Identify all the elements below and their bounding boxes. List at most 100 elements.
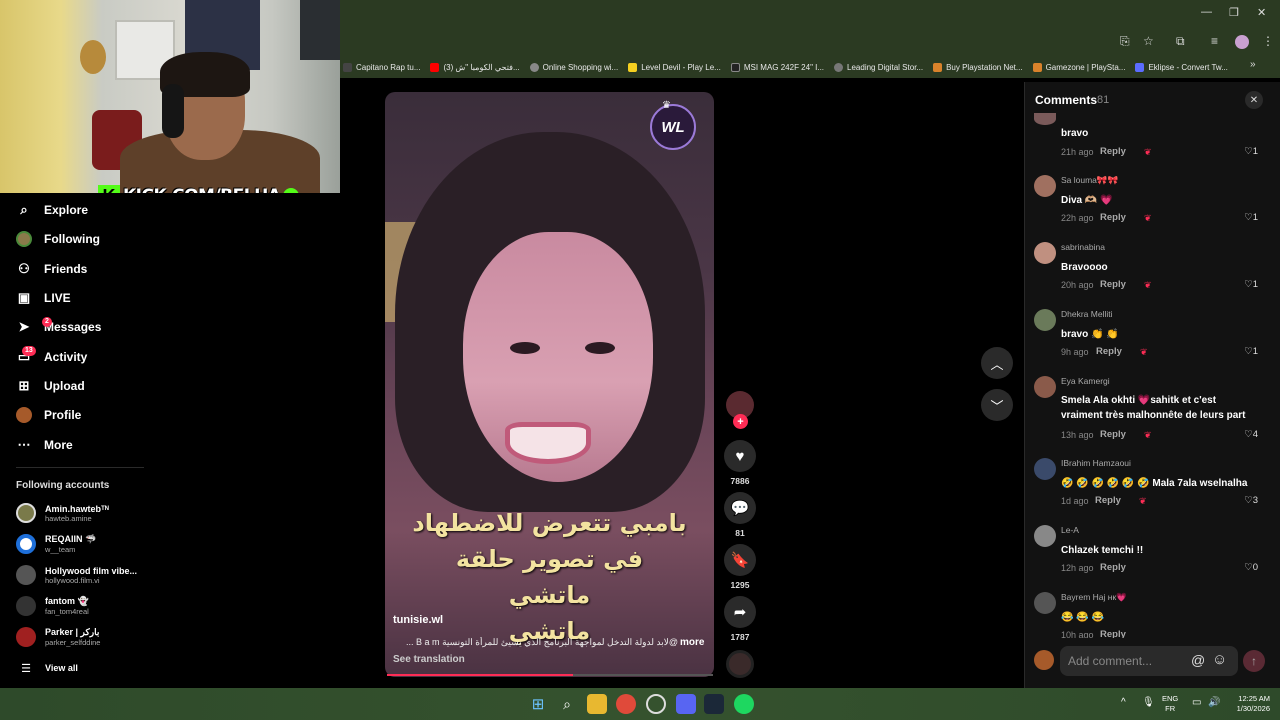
reply-button[interactable]: Reply: [1100, 279, 1126, 290]
emoji-icon[interactable]: ☺: [1212, 651, 1227, 668]
file-explorer-icon[interactable]: [587, 694, 607, 714]
share-icon: ➦: [724, 596, 756, 628]
comment-like[interactable]: ♡0: [1244, 562, 1258, 573]
close-comments-button[interactable]: ✕: [1245, 91, 1263, 109]
minimize-icon[interactable]: —: [1201, 6, 1212, 18]
following-account[interactable]: REQAIIN 🦈 w__team: [16, 534, 96, 554]
windows-taskbar: [0, 688, 1280, 720]
comment-like[interactable]: ♡1: [1244, 346, 1258, 357]
avatar[interactable]: [1034, 242, 1056, 264]
avatar[interactable]: [1034, 376, 1056, 398]
bookmark[interactable]: MSI MAG 242F 24" I...: [728, 62, 831, 72]
bookmark[interactable]: (3) فتحي الكومبا "ش...: [427, 62, 526, 72]
follow-plus-icon[interactable]: +: [733, 414, 748, 429]
mention-icon[interactable]: @: [1191, 652, 1205, 668]
avatar[interactable]: [1034, 525, 1056, 547]
reply-button[interactable]: Reply: [1100, 562, 1126, 573]
more-button[interactable]: more: [680, 637, 704, 648]
nav-explore[interactable]: ⌕ Explore: [16, 202, 88, 218]
steam-icon[interactable]: [704, 694, 724, 714]
avatar[interactable]: [1034, 592, 1056, 614]
reply-button[interactable]: Reply: [1100, 146, 1126, 157]
nav-upload[interactable]: ⊞ Upload: [16, 378, 85, 394]
nav-friends[interactable]: ⚇ Friends: [16, 261, 87, 277]
comment-action[interactable]: 💬 81: [724, 492, 756, 538]
bookmark[interactable]: Buy Playstation Net...: [930, 62, 1029, 72]
nav-activity[interactable]: ▭ 13 Activity: [16, 346, 87, 365]
discord-icon[interactable]: [676, 694, 696, 714]
chrome-icon[interactable]: [616, 694, 636, 714]
bookmarks-overflow-icon[interactable]: »: [1250, 59, 1256, 70]
network-icon[interactable]: ▭: [1192, 697, 1201, 708]
share-action[interactable]: ➦ 1787: [724, 596, 756, 642]
following-account[interactable]: fantom 👻 fan_tom4real: [16, 596, 89, 616]
nav-profile[interactable]: Profile: [16, 407, 81, 423]
send-comment-button[interactable]: ↑: [1243, 650, 1265, 672]
windows-start-icon[interactable]: ⊞: [528, 694, 548, 714]
spotify-icon[interactable]: [734, 694, 754, 714]
following-account[interactable]: Amin.hawtebᵀᴺ hawteb.amine: [16, 503, 109, 523]
nav-live[interactable]: ▣ LIVE: [16, 290, 71, 306]
bookmark[interactable]: Level Devil - Play Le...: [625, 62, 728, 72]
divider: [16, 467, 144, 468]
comment-like[interactable]: ♡1: [1244, 146, 1258, 157]
volume-icon[interactable]: 🔊: [1208, 697, 1220, 708]
avatar: [16, 565, 36, 585]
activity-badge: 13: [22, 346, 36, 356]
bookmarks-bar: Capitano Rap tu... (3) فتحي الكومبا "ش..…: [340, 56, 1280, 78]
nav-messages[interactable]: ➤ 2 Messages: [16, 317, 101, 335]
bookmark[interactable]: Online Shopping wi...: [527, 62, 626, 72]
nav-more[interactable]: ⋯ More: [16, 437, 73, 453]
reply-button[interactable]: Reply: [1100, 629, 1126, 638]
view-all-link[interactable]: ☰ View all: [16, 660, 78, 676]
see-translation-link[interactable]: See translation: [393, 654, 465, 665]
avatar[interactable]: [1034, 309, 1056, 331]
restore-icon[interactable]: ❐: [1229, 6, 1239, 19]
extensions-icon[interactable]: ⧉: [1176, 34, 1185, 49]
like-action[interactable]: ♥ 7886: [724, 440, 756, 486]
close-window-icon[interactable]: ✕: [1257, 6, 1266, 19]
install-app-icon[interactable]: ⎘: [1120, 34, 1130, 49]
language-indicator[interactable]: ENG FR: [1162, 694, 1178, 714]
following-account[interactable]: Parker | باركر parker_selfddine: [16, 627, 100, 647]
system-clock[interactable]: 12:25 AM 1/30/2026: [1228, 694, 1270, 714]
avatar[interactable]: [1034, 175, 1056, 197]
tray-overflow-icon[interactable]: ^: [1121, 697, 1126, 708]
comment-item: Sa louma🎀🎀 Diva 🫶🏼 💗 22h ago Reply ❦ ♡1: [1034, 175, 1264, 230]
search-icon[interactable]: ⌕: [557, 694, 577, 714]
nav-following[interactable]: Following: [16, 231, 100, 247]
bookmark[interactable]: Capitano Rap tu...: [340, 62, 427, 72]
music-disc-icon[interactable]: [726, 650, 754, 678]
bookmark-star-icon[interactable]: ☆: [1143, 34, 1154, 48]
comment-item: bravo 21h ago Reply ❦ ♡1: [1034, 113, 1264, 163]
bookmark-favicon-icon: [834, 62, 844, 72]
comment-like[interactable]: ♡4: [1244, 429, 1258, 440]
next-video-button[interactable]: ﹀: [981, 389, 1013, 421]
comment-like[interactable]: ♡1: [1244, 212, 1258, 223]
chrome-profile-icon[interactable]: [646, 694, 666, 714]
reply-button[interactable]: Reply: [1096, 346, 1122, 357]
webcam-overlay: [0, 0, 340, 193]
comment-item: Eya Kamergi Smela Ala okhti 💗sahitk et c…: [1034, 376, 1264, 448]
previous-video-button[interactable]: ︿: [981, 347, 1013, 379]
comment-like[interactable]: ♡3: [1244, 495, 1258, 506]
profile-avatar[interactable]: [1235, 35, 1249, 49]
avatar: [16, 503, 36, 523]
microphone-icon[interactable]: 🎙: [1142, 697, 1155, 708]
reply-button[interactable]: Reply: [1095, 495, 1121, 506]
video-caption-overlay: بامبي تتعرض للاضطهاد في تصوير حلقة ماتشي…: [412, 509, 687, 645]
bookmark[interactable]: Leading Digital Stor...: [831, 62, 930, 72]
comment-like[interactable]: ♡1: [1244, 279, 1258, 290]
avatar[interactable]: [1034, 458, 1056, 480]
browser-menu-icon[interactable]: ⋮: [1262, 34, 1274, 48]
following-account[interactable]: Hollywood film vibe... hollywood.film.vi: [16, 565, 137, 585]
bookmark[interactable]: Gamezone | PlaySta...: [1030, 62, 1133, 72]
bookmark[interactable]: Eklipse - Convert Tw...: [1132, 62, 1234, 72]
comments-count: 81: [1097, 94, 1110, 106]
reading-list-icon[interactable]: ≡: [1211, 34, 1218, 48]
video-author[interactable]: tunisie.wl: [393, 614, 443, 626]
chevron-up-icon: ︿: [990, 356, 1004, 372]
reply-button[interactable]: Reply: [1100, 212, 1126, 223]
reply-button[interactable]: Reply: [1100, 429, 1126, 440]
save-action[interactable]: 🔖 1295: [724, 544, 756, 590]
